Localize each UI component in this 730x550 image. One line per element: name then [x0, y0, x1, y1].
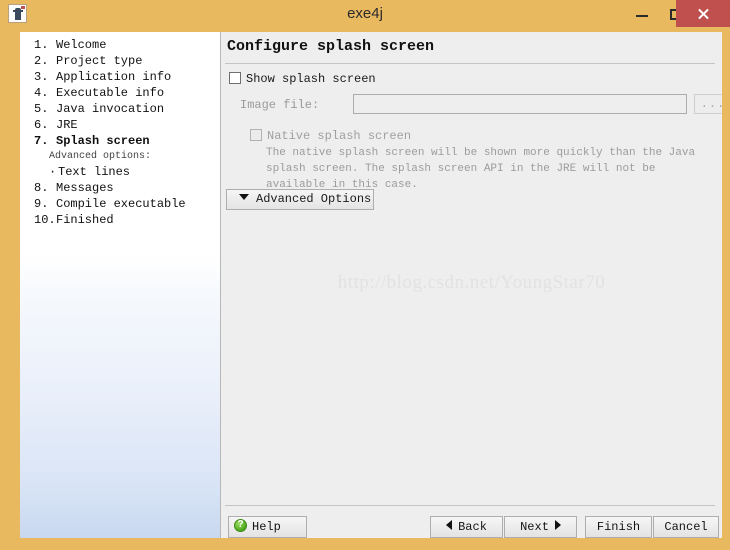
step-label: Messages: [56, 181, 114, 195]
step-number: 4.: [34, 86, 49, 100]
sidebar-item-compile-executable[interactable]: 9. Compile executable: [20, 196, 220, 212]
step-label: Java invocation: [56, 102, 165, 116]
cancel-button[interactable]: Cancel: [653, 516, 719, 538]
page-title: Configure splash screen: [227, 38, 435, 55]
native-splash-description: The native splash screen will be shown m…: [266, 147, 696, 191]
browse-image-file-button[interactable]: ...: [694, 94, 722, 114]
step-number: 7.: [34, 134, 49, 148]
checkbox-label: Native splash screen: [267, 129, 412, 143]
title-bar: exe4j: [0, 0, 730, 27]
main-panel: Configure splash screen Show splash scre…: [221, 32, 722, 538]
step-number: 5.: [34, 102, 49, 116]
next-label: Next: [520, 520, 549, 534]
step-number: 10.: [34, 213, 56, 227]
title-divider: [225, 63, 715, 64]
step-label: Executable info: [56, 86, 165, 100]
close-button[interactable]: [676, 0, 730, 27]
help-label: Help: [252, 520, 281, 534]
chevron-down-icon: [239, 194, 249, 200]
advanced-options-button[interactable]: Advanced Options: [226, 189, 374, 210]
sidebar-advanced-options-header: Advanced options:: [49, 151, 152, 162]
sidebar-item-executable-info[interactable]: 4. Executable info: [20, 85, 220, 101]
advanced-options-label: Advanced Options: [256, 192, 372, 206]
step-label: Project type: [56, 54, 143, 68]
sidebar-item-text-lines[interactable]: · Text lines: [20, 164, 220, 180]
image-file-row: Image file: ...: [240, 94, 722, 116]
bullet-icon: ·: [49, 165, 57, 179]
checkbox-box-icon: [250, 129, 262, 141]
checkbox-label: Show splash screen: [246, 72, 376, 86]
window-content: 1. Welcome 2. Project type 3. Application i…: [8, 27, 722, 538]
arrow-left-icon: [446, 520, 453, 530]
application-window: exe4j 1. Welcome 2. Project type 3. Applica…: [0, 0, 730, 550]
step-number: 3.: [34, 70, 49, 84]
exe4j-logo: exe4j: [174, 534, 218, 538]
checkbox-box-icon: [229, 72, 241, 84]
step-number: 9.: [34, 197, 49, 211]
help-button[interactable]: Help: [228, 516, 307, 538]
image-file-input[interactable]: [353, 94, 687, 114]
step-label: Welcome: [56, 38, 107, 52]
sidebar-item-application-info[interactable]: 3. Application info: [20, 69, 220, 85]
step-label: Finished: [56, 213, 114, 227]
step-number: 8.: [34, 181, 49, 195]
sidebar-item-project-type[interactable]: 2. Project type: [20, 53, 220, 69]
footer-divider: [225, 505, 715, 506]
sidebar-item-splash-screen[interactable]: 7. Splash screen: [20, 133, 220, 149]
step-number: 6.: [34, 118, 49, 132]
window-title: exe4j: [347, 5, 383, 22]
sidebar-item-finished[interactable]: 10.Finished: [20, 212, 220, 228]
help-question-icon: [234, 518, 247, 532]
native-splash-screen-checkbox[interactable]: Native splash screen: [250, 129, 411, 143]
step-label: Compile executable: [56, 197, 186, 211]
show-splash-screen-checkbox[interactable]: Show splash screen: [229, 72, 376, 86]
next-button[interactable]: Next: [504, 516, 577, 538]
back-button[interactable]: Back: [430, 516, 503, 538]
sidebar-item-welcome[interactable]: 1. Welcome: [20, 37, 220, 53]
watermark-text: http://blog.csdn.net/YoungStar70: [337, 272, 606, 293]
step-label: Application info: [56, 70, 172, 84]
step-label: JRE: [56, 118, 78, 132]
image-file-label: Image file:: [240, 98, 320, 112]
sidebar-item-messages[interactable]: 8. Messages: [20, 180, 220, 196]
minimize-button[interactable]: [625, 0, 659, 27]
finish-button[interactable]: Finish: [585, 516, 652, 538]
sidebar-item-jre[interactable]: 6. JRE: [20, 117, 220, 133]
step-number: 1.: [34, 38, 49, 52]
sidebar-item-java-invocation[interactable]: 5. Java invocation: [20, 101, 220, 117]
arrow-right-icon: [554, 520, 561, 530]
wizard-step-sidebar: 1. Welcome 2. Project type 3. Application i…: [20, 32, 221, 538]
step-label: Text lines: [58, 165, 131, 179]
step-label: Splash screen: [56, 134, 150, 148]
wizard-step-list: 1. Welcome 2. Project type 3. Application i…: [20, 37, 220, 228]
back-label: Back: [458, 520, 487, 534]
step-number: 2.: [34, 54, 49, 68]
